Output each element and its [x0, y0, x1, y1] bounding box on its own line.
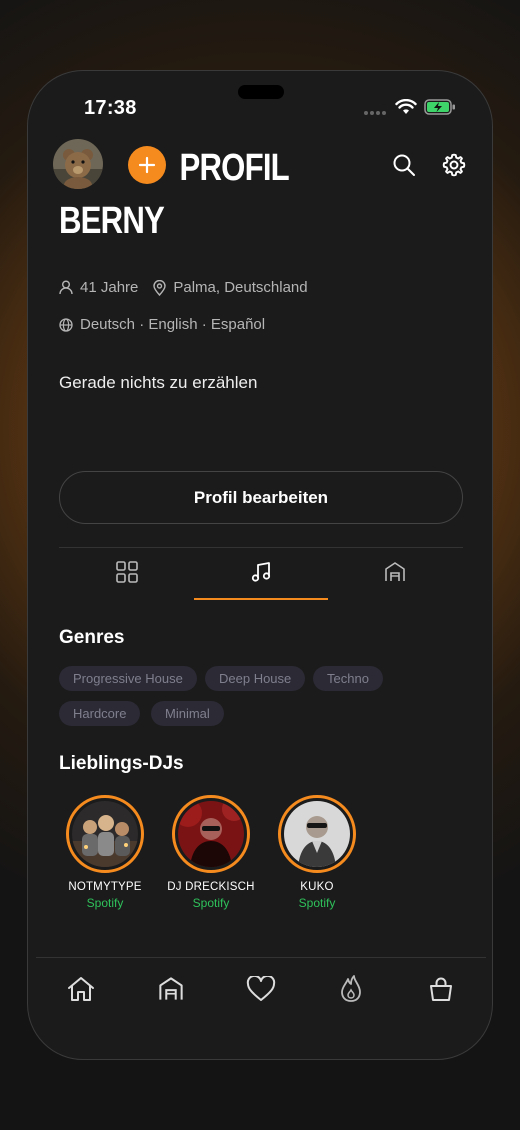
- person-icon: [59, 280, 73, 295]
- venue-icon: [385, 562, 405, 581]
- page-title: PROFIL BERNY: [59, 143, 305, 246]
- dj-card[interactable]: DJ DRECKISCH Spotify: [158, 795, 264, 910]
- nav-venue[interactable]: [156, 974, 186, 1004]
- signal-icon: [364, 111, 386, 115]
- dynamic-island: [238, 85, 284, 99]
- nav-hot[interactable]: [336, 974, 366, 1004]
- genres-title: Genres: [59, 627, 125, 648]
- dj-name: DJ DRECKISCH: [167, 881, 255, 893]
- profile-meta: 41 Jahre Palma, Deutschland: [59, 279, 308, 296]
- dj-photo: [178, 801, 244, 867]
- nav-home[interactable]: [66, 974, 96, 1004]
- dj-avatar-ring: [66, 795, 144, 873]
- profile-languages-row: Deutsch · English · Español: [59, 316, 265, 333]
- nav-favorites[interactable]: [246, 974, 276, 1004]
- globe-icon: [59, 317, 73, 332]
- dj-source: Spotify: [86, 896, 124, 910]
- dj-card[interactable]: NOTMYTYPE Spotify: [52, 795, 158, 910]
- tab-music[interactable]: [194, 561, 328, 597]
- dj-photo: [284, 801, 350, 867]
- phone-screen: 17:38 PROFIL BERNY 41 Jahre Palma, Deuts…: [27, 70, 493, 1060]
- tab-grid[interactable]: [60, 561, 194, 597]
- dj-source: Spotify: [298, 896, 336, 910]
- bottom-nav-divider: [36, 957, 486, 958]
- tab-venue[interactable]: [328, 561, 462, 597]
- dj-name: NOTMYTYPE: [68, 881, 142, 893]
- search-icon[interactable]: [392, 153, 416, 177]
- gear-icon[interactable]: [441, 152, 467, 178]
- profile-age: 41 Jahre: [80, 279, 139, 296]
- bag-icon: [430, 977, 452, 1001]
- music-note-icon: [251, 562, 271, 582]
- dj-photo: [72, 801, 138, 867]
- genre-chip: Techno: [313, 666, 383, 691]
- nav-shop[interactable]: [426, 974, 456, 1004]
- profile-location: Palma, Deutschland: [173, 279, 308, 296]
- dj-card[interactable]: KUKO Spotify: [264, 795, 370, 910]
- favorite-djs-title: Lieblings-DJs: [59, 753, 184, 774]
- profile-languages: Deutsch · English · Español: [80, 316, 266, 333]
- wifi-icon: [395, 99, 417, 114]
- genre-chip: Minimal: [151, 701, 224, 726]
- venue-icon: [159, 977, 183, 1000]
- genre-chip: Deep House: [205, 666, 306, 691]
- home-icon: [68, 977, 94, 1001]
- location-pin-icon: [153, 279, 167, 296]
- dj-avatar-ring: [278, 795, 356, 873]
- heart-icon: [246, 976, 276, 1001]
- dj-source: Spotify: [192, 896, 230, 910]
- genre-chip: Hardcore: [59, 701, 141, 726]
- divider: [59, 547, 463, 548]
- dj-avatar-ring: [172, 795, 250, 873]
- battery-icon: [424, 99, 455, 115]
- grid-icon: [116, 561, 138, 583]
- genre-chip: Progressive House: [59, 666, 197, 691]
- profile-bio: Gerade nichts zu erzählen: [59, 373, 258, 392]
- edit-profile-button[interactable]: Profil bearbeiten: [59, 471, 463, 524]
- title-profil: PROFIL: [179, 147, 290, 189]
- profile-name: BERNY: [59, 200, 165, 242]
- dj-name: KUKO: [300, 881, 334, 893]
- active-tab-indicator: [194, 598, 328, 600]
- status-time: 17:38: [84, 97, 137, 119]
- flame-icon: [341, 975, 361, 1002]
